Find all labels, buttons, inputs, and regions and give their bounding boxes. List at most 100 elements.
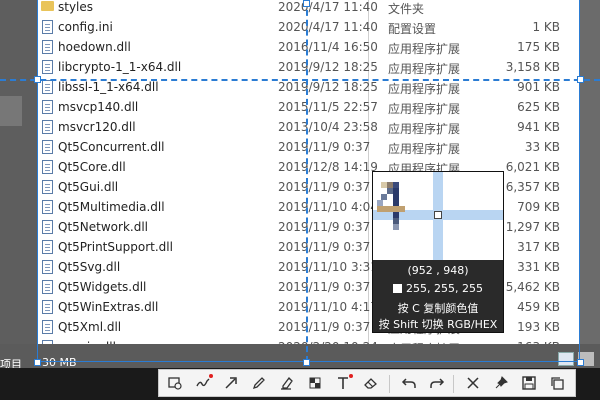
file-row[interactable]: hoedown.dll 2016/11/4 16:50 应用程序扩展 175 KB (38, 38, 580, 58)
color-swatch (393, 284, 402, 293)
file-size: 6,021 KB (505, 160, 560, 174)
file-size: 1,297 KB (505, 220, 560, 234)
file-name: libcrypto-1_1-x64.dll (58, 60, 182, 74)
copy-button[interactable] (547, 374, 567, 392)
file-type: 应用程序扩展 (388, 102, 461, 116)
arrow-tool[interactable] (221, 374, 241, 392)
file-size: 331 KB (517, 260, 560, 274)
file-date: 2015/11/5 22:57 (278, 100, 378, 114)
pencil-icon (251, 375, 267, 391)
undo-button[interactable] (399, 374, 419, 392)
file-date: 2016/11/4 16:50 (278, 40, 378, 54)
save-button[interactable] (519, 374, 539, 392)
file-name: styles (58, 0, 94, 14)
file-date: 2020/4/17 11:40 (278, 20, 378, 34)
file-date: 2019/9/12 18:25 (278, 60, 378, 74)
file-date: 2019/11/10 3:31 (278, 260, 378, 274)
mosaic-tool[interactable] (305, 374, 325, 392)
file-size: 6,357 KB (505, 180, 560, 194)
file-icon (42, 220, 53, 234)
text-tool[interactable] (333, 374, 353, 392)
file-icon (42, 280, 53, 294)
rectangle-tool[interactable] (165, 374, 185, 392)
background-window (0, 0, 38, 400)
selection-handle-bottom-right[interactable] (577, 359, 584, 366)
horizontal-guide-line (0, 79, 600, 81)
file-date: 2019/11/10 4:17 (278, 300, 378, 314)
file-date: 2019/11/9 0:37 (278, 140, 371, 154)
file-date: 2019/11/9 0:37 (278, 180, 371, 194)
background-panel (0, 96, 22, 126)
file-size: 33 KB (524, 140, 560, 154)
file-icon (42, 260, 53, 274)
file-name: Qt5Xml.dll (58, 320, 122, 334)
marker-tool[interactable] (277, 374, 297, 392)
file-name: Qt5PrintSupport.dll (58, 240, 173, 254)
selection-handle-top[interactable] (303, 0, 310, 7)
file-name: Qt5Core.dll (58, 160, 126, 174)
file-icon (42, 180, 53, 194)
file-icon (42, 320, 53, 334)
file-size: 5,462 KB (505, 280, 560, 294)
file-type: 应用程序扩展 (388, 62, 461, 76)
copy-icon (549, 375, 565, 391)
pin-button[interactable] (491, 374, 511, 392)
file-date: 2019/9/12 18:25 (278, 80, 378, 94)
file-icon (42, 80, 53, 94)
file-row[interactable]: config.ini 2020/4/17 11:40 配置设置 1 KB (38, 18, 580, 38)
pin-icon (493, 375, 509, 391)
mosaic-icon (307, 375, 323, 391)
file-size: 625 KB (517, 100, 560, 114)
file-size: 317 KB (517, 240, 560, 254)
toolbar-separator (389, 375, 390, 393)
file-name: Qt5Widgets.dll (58, 280, 147, 294)
cursor-coordinates: (952 , 948) (407, 264, 469, 277)
file-date: 2019/11/10 4:04 (278, 200, 378, 214)
save-icon (521, 375, 537, 391)
file-icon (42, 200, 53, 214)
file-date: 2019/11/9 0:37 (278, 320, 371, 334)
file-size: 459 KB (517, 300, 560, 314)
active-color-dot (349, 374, 353, 378)
magnifier-center-pixel (434, 211, 442, 219)
redo-button[interactable] (427, 374, 447, 392)
file-row[interactable]: msvcp140.dll 2015/11/5 22:57 应用程序扩展 625 KB (38, 98, 580, 118)
file-name: hoedown.dll (58, 40, 131, 54)
details-view-button[interactable] (558, 352, 574, 366)
file-name: Qt5Concurrent.dll (58, 140, 165, 154)
selection-handle-bottom[interactable] (303, 359, 310, 366)
folder-icon (41, 1, 54, 11)
toolbar-separator (453, 375, 454, 393)
color-value-row: 255, 255, 255 (373, 282, 503, 295)
rgb-value: 255, 255, 255 (406, 282, 483, 295)
selection-handle-bottom-left[interactable] (34, 359, 41, 366)
file-type: 应用程序扩展 (388, 42, 461, 56)
file-name: Qt5Multimedia.dll (58, 200, 165, 214)
file-size: 1 KB (532, 20, 560, 34)
file-row[interactable]: Qt5Concurrent.dll 2019/11/9 0:37 应用程序扩展 33 … (38, 138, 580, 158)
file-row[interactable]: msvcr120.dll 2013/10/4 23:58 应用程序扩展 941 KB (38, 118, 580, 138)
file-size: 709 KB (517, 200, 560, 214)
file-icon (42, 300, 53, 314)
eraser-tool[interactable] (361, 374, 381, 392)
file-type: 应用程序扩展 (388, 122, 461, 136)
file-name: libssl-1_1-x64.dll (58, 80, 159, 94)
selection-handle-left[interactable] (34, 76, 41, 83)
rectangle-icon (167, 375, 183, 391)
file-name: msvcr120.dll (58, 120, 136, 134)
copy-color-hint: 按 C 复制颜色值 (397, 302, 479, 315)
file-name: msvcp140.dll (58, 100, 139, 114)
file-row[interactable]: libssl-1_1-x64.dll 2019/9/12 18:25 应用程序扩展 9… (38, 78, 580, 98)
selection-handle-right[interactable] (577, 76, 584, 83)
file-row[interactable]: libcrypto-1_1-x64.dll 2019/9/12 18:25 应用程序… (38, 58, 580, 78)
arrow-icon (223, 375, 239, 391)
file-date: 2019/11/9 0:37 (278, 280, 371, 294)
file-type: 应用程序扩展 (388, 142, 461, 156)
file-size: 3,158 KB (505, 60, 560, 74)
pencil-tool[interactable] (249, 374, 269, 392)
cancel-button[interactable] (463, 374, 483, 392)
file-size: 193 KB (517, 320, 560, 334)
file-icon (42, 140, 53, 154)
file-name: config.ini (58, 20, 113, 34)
freehand-line-tool[interactable] (193, 374, 213, 392)
